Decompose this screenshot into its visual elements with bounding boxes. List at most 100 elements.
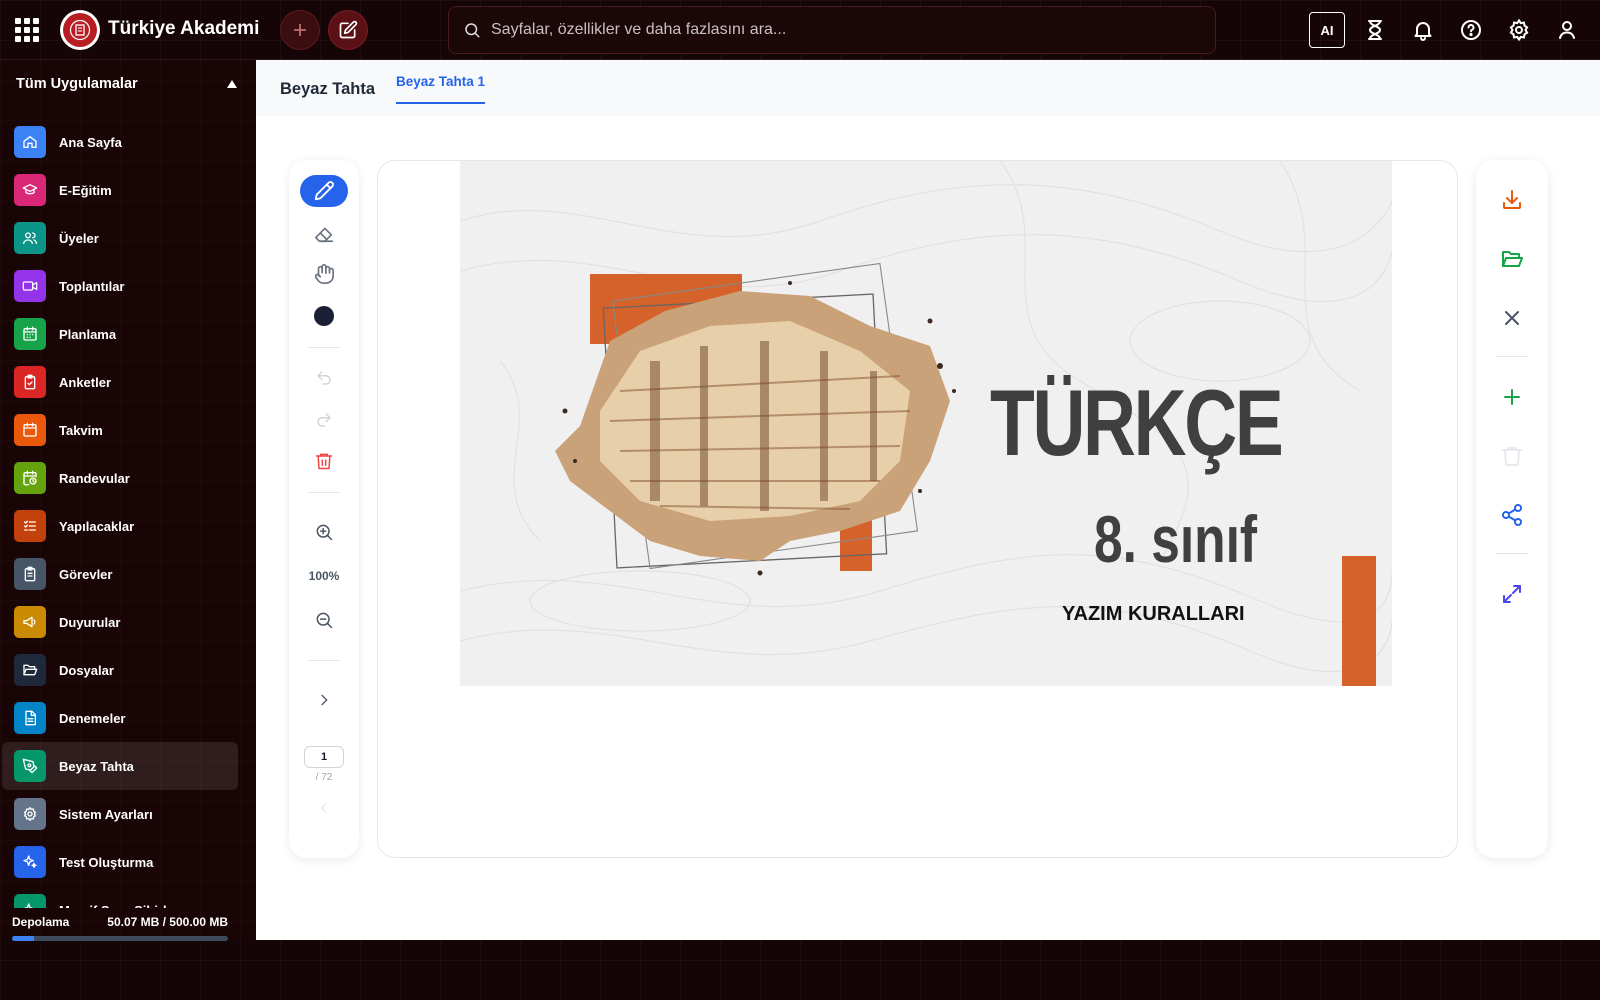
- brand-logo[interactable]: [60, 10, 100, 50]
- eraser-tool-button[interactable]: [300, 217, 348, 249]
- help-icon[interactable]: [1459, 18, 1483, 42]
- storage-progress-bar: [12, 936, 228, 941]
- sidebar-item-7[interactable]: Takvim: [2, 406, 238, 454]
- search-input[interactable]: [491, 21, 1191, 39]
- fullscreen-icon[interactable]: [1500, 582, 1524, 606]
- page-total: / 72: [315, 772, 333, 783]
- sidebar-item-5[interactable]: Planlama: [2, 310, 238, 358]
- sidebar-item-9[interactable]: Yapılacaklar: [2, 502, 238, 550]
- zoom-out-button[interactable]: [300, 604, 348, 636]
- calendar-grid-icon: [14, 318, 46, 350]
- undo-icon: [317, 371, 331, 385]
- pen-color-swatch: [314, 306, 334, 326]
- sidebar-item-label: E-Eğitim: [59, 182, 112, 198]
- zoom-out-icon: [316, 612, 333, 629]
- page-number-input[interactable]: 1: [304, 746, 344, 768]
- sidebar-item-label: Toplantılar: [59, 278, 125, 294]
- divider: [308, 347, 340, 348]
- sparkles-icon: [14, 894, 46, 908]
- sidebar-item-11[interactable]: Duyurular: [2, 598, 238, 646]
- trash-icon: [315, 453, 333, 470]
- all-apps-label: Tüm Uygulamalar: [16, 76, 138, 92]
- tab-whiteboard-1[interactable]: Beyaz Tahta 1: [396, 74, 486, 104]
- storage-progress-fill: [12, 936, 34, 941]
- clear-canvas-button[interactable]: [300, 445, 348, 477]
- search-bar[interactable]: [448, 6, 1216, 54]
- redo-button[interactable]: [300, 404, 348, 436]
- bell-icon[interactable]: [1411, 18, 1435, 42]
- storage-widget: Depolama 50.07 MB / 500.00 MB: [12, 915, 228, 941]
- next-page-button[interactable]: [300, 684, 348, 716]
- slide-subtitle: YAZIM KURALLARI: [1062, 603, 1245, 625]
- slide-grade: 8. sınıf: [1094, 502, 1258, 576]
- sidebar-item-label: Üyeler: [59, 230, 99, 246]
- color-picker-button[interactable]: [300, 300, 348, 332]
- sidebar-item-16[interactable]: Test Oluşturma: [2, 838, 238, 886]
- divider: [308, 492, 340, 493]
- sidebar-item-10[interactable]: Görevler: [2, 550, 238, 598]
- document-icon: [14, 702, 46, 734]
- sidebar-item-label: Takvim: [59, 422, 103, 438]
- sidebar-item-label: Ana Sayfa: [59, 134, 122, 150]
- sidebar-item-12[interactable]: Dosyalar: [2, 646, 238, 694]
- sidebar-item-17[interactable]: Maarif Soru Sihirbazı: [2, 886, 238, 908]
- sidebar: Tüm Uygulamalar Ana Sayfa E-Eğitim Üyeler T…: [0, 60, 256, 941]
- whiteboard-canvas[interactable]: TÜRKÇE 8. sınıf YAZIM KURALLARI: [377, 160, 1458, 858]
- share-icon[interactable]: [1500, 503, 1524, 527]
- undo-button[interactable]: [300, 362, 348, 394]
- ai-button[interactable]: AI: [1309, 12, 1345, 48]
- hourglass-icon[interactable]: [1363, 18, 1387, 42]
- edit-button[interactable]: [328, 10, 368, 50]
- megaphone-icon: [14, 606, 46, 638]
- video-icon: [14, 270, 46, 302]
- slide-image: TÜRKÇE 8. sınıf YAZIM KURALLARI: [460, 161, 1392, 686]
- add-button[interactable]: [280, 10, 320, 50]
- user-icon[interactable]: [1555, 18, 1579, 42]
- sidebar-item-label: Planlama: [59, 326, 117, 342]
- download-icon[interactable]: [1500, 188, 1524, 212]
- sidebar-item-13[interactable]: Denemeler: [2, 694, 238, 742]
- sidebar-item-label: Dosyalar: [59, 662, 114, 678]
- sidebar-item-8[interactable]: Randevular: [2, 454, 238, 502]
- chevron-left-icon: [320, 803, 327, 813]
- sidebar-item-label: Görevler: [59, 566, 113, 582]
- sidebar-item-15[interactable]: Sistem Ayarları: [2, 790, 238, 838]
- pen-tool-button[interactable]: [300, 175, 348, 207]
- calendar-clock-icon: [14, 462, 46, 494]
- calendar-icon: [14, 414, 46, 446]
- close-icon[interactable]: [1500, 306, 1524, 330]
- folder-open-icon[interactable]: [1500, 247, 1524, 271]
- sidebar-item-label: Yapılacaklar: [59, 518, 135, 534]
- tab-bar: Beyaz Tahta Beyaz Tahta 1: [256, 60, 1600, 116]
- slide-title: TÜRKÇE: [990, 370, 1284, 475]
- pencil-icon: [314, 181, 334, 201]
- sidebar-item-14[interactable]: Beyaz Tahta: [2, 742, 238, 790]
- edit-icon: [339, 20, 358, 39]
- clipboard-list-icon: [14, 558, 46, 590]
- chevron-right-icon: [321, 694, 328, 706]
- storage-label: Depolama: [12, 915, 70, 929]
- divider: [1496, 553, 1528, 554]
- checklist-icon: [14, 510, 46, 542]
- sidebar-item-6[interactable]: Anketler: [2, 358, 238, 406]
- sidebar-item-4[interactable]: Toplantılar: [2, 262, 238, 310]
- drawing-toolbar: 100% 1 / 72: [289, 160, 359, 858]
- all-apps-toggle[interactable]: Tüm Uygulamalar: [16, 76, 238, 92]
- search-icon: [465, 23, 480, 38]
- clipboard-check-icon: [14, 366, 46, 398]
- main-content: Beyaz Tahta Beyaz Tahta 1 100% 1 / 72 TÜ…: [256, 60, 1600, 940]
- page-title: Beyaz Tahta: [280, 80, 376, 98]
- hand-icon: [314, 264, 334, 284]
- add-page-icon[interactable]: [1500, 385, 1524, 409]
- delete-page-icon[interactable]: [1500, 444, 1524, 468]
- sidebar-item-3[interactable]: Üyeler: [2, 214, 238, 262]
- redo-icon: [317, 413, 331, 427]
- hand-tool-button[interactable]: [300, 258, 348, 290]
- sidebar-item-2[interactable]: E-Eğitim: [2, 166, 238, 214]
- zoom-in-button[interactable]: [300, 516, 348, 548]
- previous-page-button[interactable]: [300, 792, 348, 824]
- sidebar-item-label: Anketler: [59, 374, 112, 390]
- sidebar-item-1[interactable]: Ana Sayfa: [2, 118, 238, 166]
- settings-icon[interactable]: [1507, 18, 1531, 42]
- apps-grid-icon[interactable]: [14, 17, 40, 43]
